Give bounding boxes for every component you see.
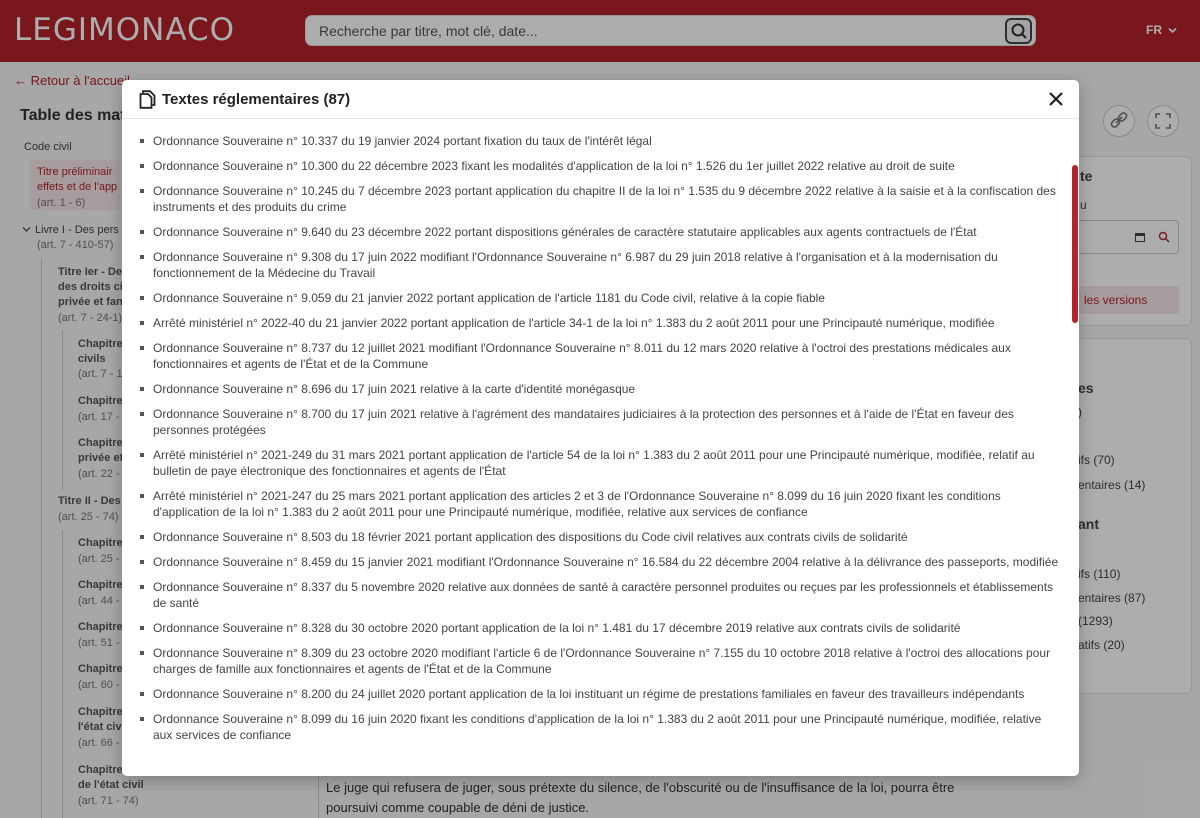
list-item[interactable]: Ordonnance Souveraine n° 9.059 du 21 jan… [122, 290, 1066, 306]
regulatory-texts-modal: Textes réglementaires (87) Ordonnance So… [122, 80, 1079, 776]
list-item[interactable]: Ordonnance Souveraine n° 8.099 du 16 jui… [122, 711, 1066, 743]
list-item[interactable]: Ordonnance Souveraine n° 8.200 du 24 jui… [122, 686, 1066, 702]
close-icon[interactable] [1045, 88, 1067, 110]
modal-scrollbar[interactable] [1072, 165, 1078, 323]
list-item[interactable]: Ordonnance Souveraine n° 10.337 du 19 ja… [122, 133, 1066, 149]
list-item[interactable]: Arrêté ministériel n° 2021-249 du 31 mar… [122, 447, 1066, 479]
regulatory-texts-list: Ordonnance Souveraine n° 10.337 du 19 ja… [122, 133, 1066, 752]
list-item[interactable]: Ordonnance Souveraine n° 8.309 du 23 oct… [122, 645, 1066, 677]
document-icon [139, 90, 156, 109]
list-item[interactable]: Ordonnance Souveraine n° 10.245 du 7 déc… [122, 183, 1066, 215]
list-item[interactable]: Ordonnance Souveraine n° 8.337 du 5 nove… [122, 579, 1066, 611]
list-item[interactable]: Ordonnance Souveraine n° 8.700 du 17 jui… [122, 406, 1066, 438]
list-item[interactable]: Ordonnance Souveraine n° 9.308 du 17 jui… [122, 249, 1066, 281]
list-item[interactable]: Ordonnance Souveraine n° 8.459 du 15 jan… [122, 554, 1066, 570]
list-item[interactable]: Arrêté ministériel n° 2021-247 du 25 mar… [122, 488, 1066, 520]
list-item[interactable]: Ordonnance Souveraine n° 8.503 du 18 fév… [122, 529, 1066, 545]
list-item[interactable]: Ordonnance Souveraine n° 8.328 du 30 oct… [122, 620, 1066, 636]
list-item[interactable]: Ordonnance Souveraine n° 9.640 du 23 déc… [122, 224, 1066, 240]
list-item[interactable]: Ordonnance Souveraine n° 8.696 du 17 jui… [122, 381, 1066, 397]
modal-body[interactable]: Ordonnance Souveraine n° 10.337 du 19 ja… [122, 120, 1079, 776]
list-item[interactable]: Ordonnance Souveraine n° 10.300 du 22 dé… [122, 158, 1066, 174]
modal-header: Textes réglementaires (87) [122, 80, 1079, 119]
list-item[interactable]: Ordonnance Souveraine n° 8.737 du 12 jui… [122, 340, 1066, 372]
list-item[interactable]: Arrêté ministériel n° 2022-40 du 21 janv… [122, 315, 1066, 331]
modal-title: Textes réglementaires (87) [162, 91, 351, 108]
